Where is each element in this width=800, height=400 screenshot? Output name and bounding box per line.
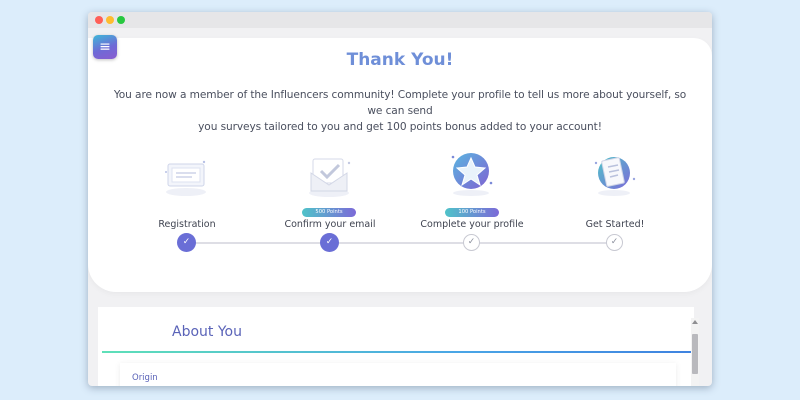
check-icon: ✓ (325, 237, 334, 247)
step-node-complete-profile[interactable]: ✓ (463, 234, 480, 251)
step-node-registration[interactable]: ✓ (178, 234, 195, 251)
browser-window: ≡ Thank You! You are now a member of the… (88, 12, 712, 386)
maximize-window-button[interactable] (117, 16, 125, 24)
page-title: Thank You! (346, 50, 454, 70)
step-label-registration: Registration (158, 219, 216, 230)
check-icon: ✓ (467, 237, 476, 247)
certificate-icon (165, 160, 206, 196)
star-icon (451, 153, 493, 196)
about-divider (102, 351, 692, 353)
envelope-icon (309, 158, 351, 197)
step-node-confirm-email[interactable]: ✓ (321, 234, 338, 251)
origin-field-label: Origin (132, 373, 158, 383)
progress-track (187, 242, 615, 244)
intro-text-line-1: You are now a member of the Influencers … (113, 89, 687, 117)
points-badge-profile: 100 Points (445, 208, 499, 217)
intro-text-line-2: you surveys tailored to you and get 100 … (198, 121, 602, 133)
points-badge-email: 500 Points (302, 208, 356, 217)
step-label-confirm-email: Confirm your email (284, 219, 376, 230)
window-titlebar (88, 12, 712, 28)
step-label-complete-profile: Complete your profile (420, 219, 524, 230)
check-icon: ✓ (182, 237, 191, 247)
about-title: About You (172, 324, 242, 340)
scroll-up-arrow-icon[interactable] (692, 320, 698, 324)
clipboard-icon (594, 157, 636, 196)
minimize-window-button[interactable] (106, 16, 114, 24)
origin-field-card[interactable] (120, 363, 676, 386)
scrollbar-thumb[interactable] (692, 334, 698, 374)
intro-text: You are now a member of the Influencers … (108, 87, 692, 135)
check-icon: ✓ (610, 237, 619, 247)
step-node-get-started[interactable]: ✓ (606, 234, 623, 251)
close-window-button[interactable] (95, 16, 103, 24)
step-label-get-started: Get Started! (585, 219, 645, 230)
